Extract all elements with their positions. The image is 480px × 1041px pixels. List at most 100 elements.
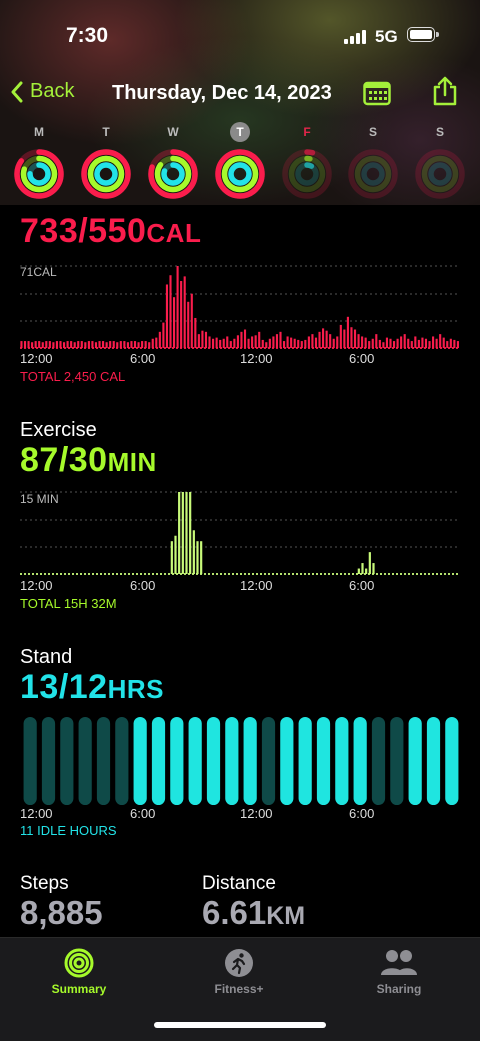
bar — [339, 324, 342, 348]
bar — [396, 338, 399, 348]
bar — [212, 338, 215, 348]
bar — [126, 342, 129, 348]
bar — [162, 322, 165, 348]
bar — [400, 336, 403, 348]
bar — [185, 492, 188, 574]
bar — [368, 552, 371, 574]
stand-hour-bar — [78, 717, 92, 805]
exercise-value: 87/30MIN — [20, 441, 157, 479]
bar — [258, 331, 261, 348]
move-chart — [20, 265, 460, 349]
bar — [181, 492, 184, 574]
bar — [318, 331, 321, 348]
time-tick: 12:00 — [20, 806, 53, 821]
stand-hour-bar — [170, 717, 184, 805]
day-rings-1[interactable] — [80, 148, 132, 200]
bar — [385, 337, 389, 348]
time-tick: 6:00 — [349, 806, 375, 821]
stand-hour-bar — [390, 717, 404, 805]
exercise-total: TOTAL 15H 32M — [20, 596, 117, 611]
bar — [428, 341, 431, 348]
bar — [59, 341, 62, 348]
bar — [208, 336, 211, 348]
time-tick: 6:00 — [349, 351, 375, 366]
bar — [48, 341, 51, 348]
day-rings-5[interactable] — [347, 148, 399, 200]
bar — [357, 334, 360, 348]
bar — [34, 341, 37, 348]
back-button[interactable]: Back — [10, 80, 74, 103]
day-rings-3[interactable] — [214, 148, 266, 200]
day-rings-6[interactable] — [414, 148, 466, 200]
bar — [196, 541, 199, 574]
bar — [119, 341, 122, 348]
bar — [31, 342, 34, 348]
bar — [151, 338, 154, 348]
bar — [183, 276, 186, 348]
day-letter-2: W — [167, 125, 179, 139]
bar — [116, 342, 119, 348]
bar — [229, 341, 232, 348]
bar — [456, 341, 459, 348]
bar — [23, 341, 27, 348]
day-rings-2[interactable] — [147, 148, 199, 200]
bar — [201, 330, 204, 348]
day-rings-0[interactable] — [13, 148, 65, 200]
day-letter-6: S — [435, 125, 444, 139]
share-icon[interactable] — [432, 76, 458, 106]
bar — [197, 334, 200, 348]
bar — [77, 341, 80, 348]
chevron-left-icon — [11, 81, 23, 102]
bar — [52, 342, 55, 348]
bar — [407, 338, 410, 348]
bar — [382, 342, 385, 348]
bar — [368, 341, 371, 348]
bar — [304, 339, 307, 348]
stand-idle-total: 11 IDLE HOURS — [20, 823, 117, 838]
bar — [148, 342, 151, 348]
stand-hour-bar — [188, 717, 202, 805]
page-title: Thursday, Dec 14, 2023 — [112, 82, 332, 104]
stand-hour-bar — [353, 717, 367, 805]
bar — [180, 281, 183, 348]
bar — [226, 336, 229, 348]
stand-hour-bar — [151, 717, 166, 805]
bar — [194, 317, 197, 348]
bar — [325, 330, 328, 348]
stand-hour-bar — [206, 717, 221, 805]
time-tick: 12:00 — [20, 578, 53, 593]
bar — [62, 342, 66, 348]
bar — [432, 336, 435, 348]
bar — [251, 336, 254, 348]
bar — [272, 336, 275, 348]
bar — [290, 337, 293, 348]
stand-chart — [23, 717, 459, 805]
time-tick: 12:00 — [240, 351, 273, 366]
bar — [403, 334, 406, 348]
bar — [94, 342, 98, 348]
bar — [137, 342, 140, 348]
calendar-icon[interactable] — [363, 80, 391, 106]
bar — [141, 341, 144, 348]
bar — [364, 337, 367, 348]
time-tick: 6:00 — [130, 578, 156, 593]
stand-hour-bar — [280, 717, 294, 805]
day-letter-0: M — [34, 125, 44, 139]
bar — [243, 329, 247, 348]
stand-hour-bar — [426, 717, 441, 805]
bar — [190, 293, 193, 348]
day-rings-4[interactable] — [281, 148, 333, 200]
bar — [322, 328, 325, 348]
bar — [169, 275, 172, 348]
bar — [282, 341, 286, 348]
stand-hour-bar — [41, 717, 56, 805]
bar — [200, 541, 203, 574]
bar — [424, 338, 428, 348]
bar — [392, 341, 396, 348]
time-tick: 6:00 — [130, 806, 156, 821]
bar — [435, 338, 438, 348]
bar — [286, 336, 289, 348]
bar — [80, 341, 83, 348]
stand-hour-bar — [298, 717, 312, 805]
bar — [449, 338, 452, 348]
